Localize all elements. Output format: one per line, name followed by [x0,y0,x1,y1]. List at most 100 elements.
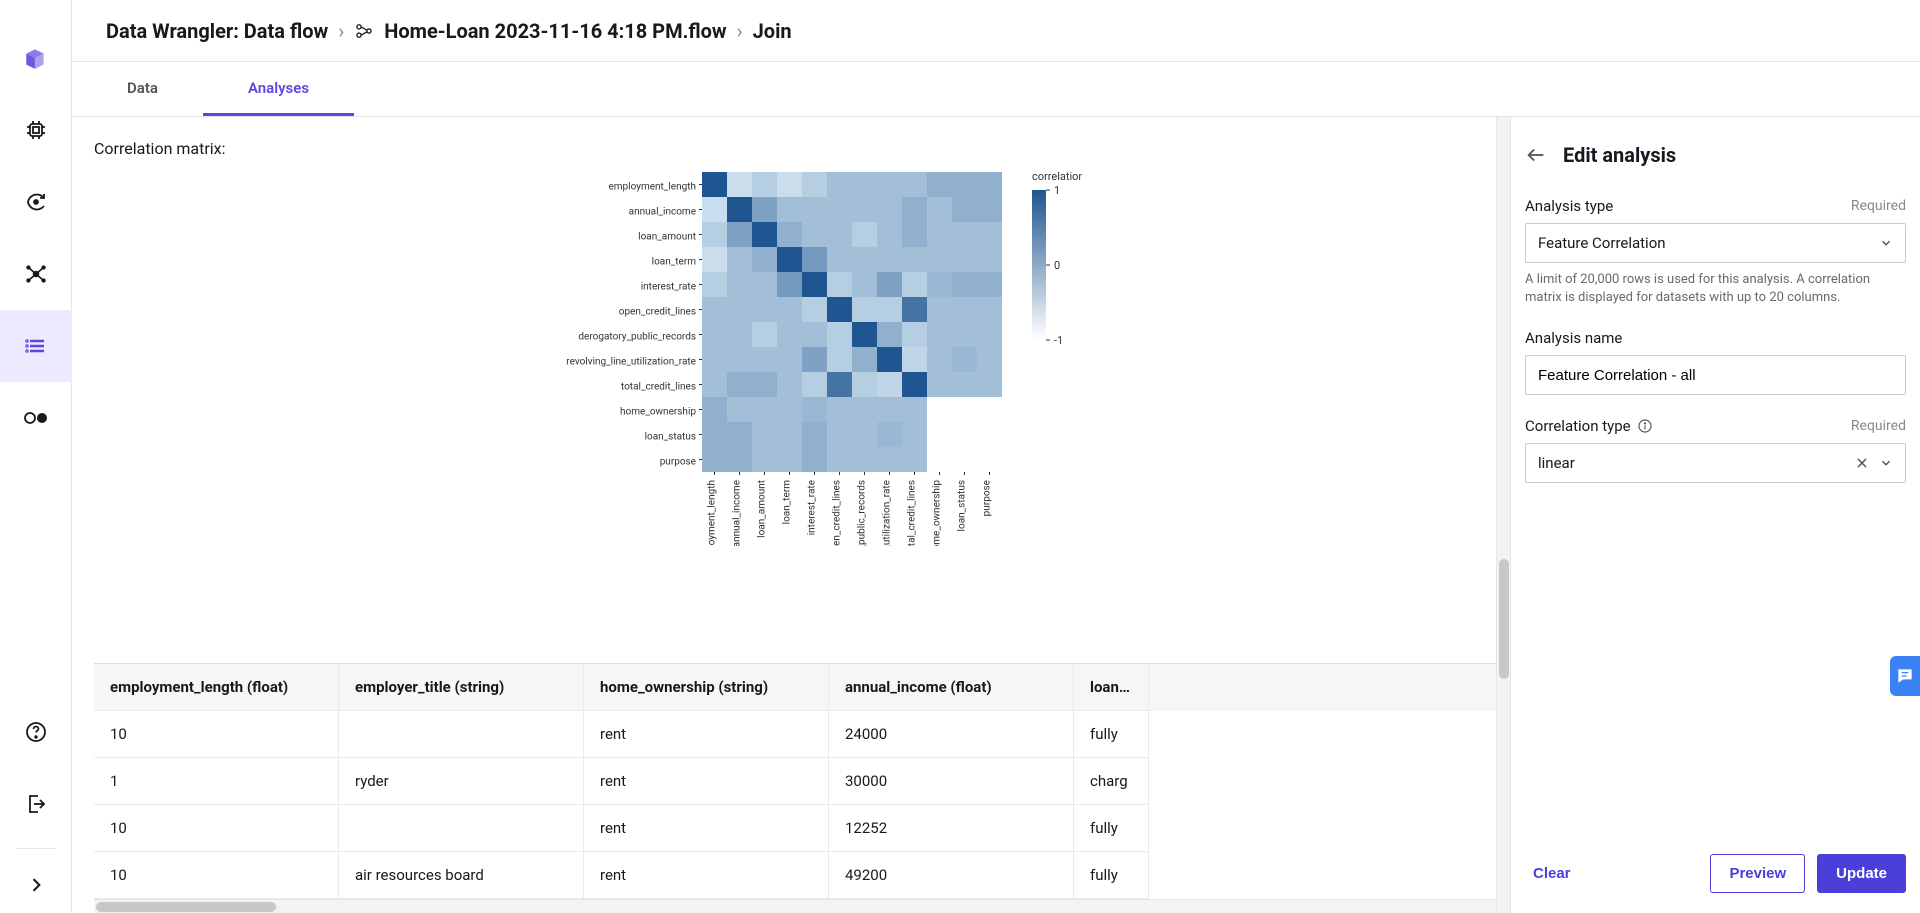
cell: charg [1074,758,1149,805]
svg-text:annual_income: annual_income [732,480,743,546]
svg-text:0: 0 [1054,259,1060,272]
tab-data[interactable]: Data [82,62,203,116]
svg-text:open_credit_lines: open_credit_lines [619,307,696,318]
flow-icon [354,21,374,41]
cell: 10 [94,711,339,758]
analysis-type-label: Analysis type [1525,197,1613,215]
correlation-heatmap: employment_length annual_income loan_amoun… [522,166,1082,546]
analysis-name-label: Analysis name [1525,329,1622,347]
breadcrumb-node: Join [753,19,792,43]
cell: 10 [94,805,339,852]
horizontal-scrollbar[interactable] [94,899,1510,913]
cell: 12252 [829,805,1074,852]
rail-graph-icon[interactable] [0,238,72,310]
cell [339,805,584,852]
required-indicator: Required [1851,418,1906,434]
column-header[interactable]: annual_income (float) [829,664,1074,711]
svg-text:purpose: purpose [660,457,696,468]
panel-title: Edit analysis [1563,143,1676,167]
svg-text:total_credit_lines: total_credit_lines [621,382,696,393]
rail-logo[interactable] [0,22,72,94]
cell [339,711,584,758]
cell: rent [584,852,829,899]
back-arrow-icon[interactable] [1525,144,1547,166]
chat-bubble-icon[interactable] [1890,656,1920,696]
cell: 1 [94,758,339,805]
cell: rent [584,758,829,805]
cell: rent [584,711,829,758]
edit-analysis-panel: Edit analysis Analysis type Required Fea… [1510,117,1920,913]
svg-text:correlation: correlation [1032,170,1082,183]
rail-chip-icon[interactable] [0,94,72,166]
chevron-down-icon [1879,236,1893,250]
svg-text:total_credit_lines: total_credit_lines [907,480,918,546]
svg-text:loan_status: loan_status [645,432,696,443]
rail-expand-icon[interactable] [0,857,72,913]
clear-button[interactable]: Clear [1525,855,1579,892]
svg-text:1: 1 [1054,184,1060,197]
clear-icon[interactable] [1855,456,1869,470]
cell: air resources board [339,852,584,899]
breadcrumb-file[interactable]: Home-Loan 2023-11-16 4:18 PM.flow [354,19,726,43]
svg-text:employment_length: employment_length [608,182,696,193]
svg-text:revolving_line_utilization_rat: revolving_line_utilization_rate [882,480,893,546]
column-header[interactable]: home_ownership (string) [584,664,829,711]
table-row: 1ryderrent30000charg [94,758,1510,805]
analysis-type-help: A limit of 20,000 rows is used for this … [1525,271,1906,307]
correlation-type-select[interactable]: linear [1525,443,1906,483]
svg-text:interest_rate: interest_rate [641,282,696,293]
svg-text:derogatory_public_records: derogatory_public_records [578,332,696,343]
cell: ryder [339,758,584,805]
tab-analyses[interactable]: Analyses [203,62,354,116]
cell: 30000 [829,758,1074,805]
svg-text:loan_term: loan_term [782,480,793,525]
breadcrumb-root[interactable]: Data Wrangler: Data flow [106,19,328,43]
cell: 49200 [829,852,1074,899]
svg-text:loan_status: loan_status [957,480,968,531]
table-row: 10 rent12252fully [94,805,1510,852]
table-row: 10 rent24000fully [94,711,1510,758]
svg-text:home_ownership: home_ownership [620,407,696,418]
chevron-down-icon [1879,456,1893,470]
chevron-right-icon: › [338,19,344,43]
cell: fully [1074,805,1149,852]
update-button[interactable]: Update [1817,854,1906,893]
cell: 24000 [829,711,1074,758]
svg-text:purpose: purpose [982,480,993,516]
breadcrumb: Data Wrangler: Data flow › Home-Loan 202… [72,0,1920,62]
svg-text:interest_rate: interest_rate [807,480,818,535]
svg-text:revolving_line_utilization_rat: revolving_line_utilization_rate [566,357,696,368]
svg-text:annual_income: annual_income [629,207,696,218]
analysis-name-input[interactable] [1525,355,1906,395]
content-tabs: Data Analyses [72,62,1920,117]
column-header[interactable]: loan_st [1074,664,1149,711]
rail-logout-icon[interactable] [0,768,72,840]
section-title: Correlation matrix: [94,139,1510,166]
correlation-type-label: Correlation type [1525,417,1653,435]
data-preview-table: employment_length (float)employer_title … [94,663,1510,913]
svg-text:-1: -1 [1054,334,1063,347]
svg-text:loan_amount: loan_amount [757,480,768,538]
vertical-scrollbar[interactable] [1496,117,1510,913]
svg-text:loan_term: loan_term [652,257,697,268]
svg-text:loan_amount: loan_amount [638,232,696,243]
table-row: 10air resources boardrent49200fully [94,852,1510,899]
left-nav-rail [0,0,72,913]
rail-list-icon[interactable] [0,310,72,382]
rail-dots-icon[interactable] [0,382,72,454]
svg-text:open_credit_lines: open_credit_lines [832,480,843,546]
cell: fully [1074,852,1149,899]
svg-text:derogatory_public_records: derogatory_public_records [857,480,868,546]
cell: fully [1074,711,1149,758]
rail-help-icon[interactable] [0,696,72,768]
svg-text:employment_length: employment_length [707,480,718,546]
column-header[interactable]: employment_length (float) [94,664,339,711]
required-indicator: Required [1851,198,1906,214]
info-icon[interactable] [1637,418,1653,434]
column-header[interactable]: employer_title (string) [339,664,584,711]
svg-text:home_ownership: home_ownership [932,480,943,546]
analysis-type-select[interactable]: Feature Correlation [1525,223,1906,263]
rail-refresh-icon[interactable] [0,166,72,238]
cell: rent [584,805,829,852]
preview-button[interactable]: Preview [1710,854,1805,893]
